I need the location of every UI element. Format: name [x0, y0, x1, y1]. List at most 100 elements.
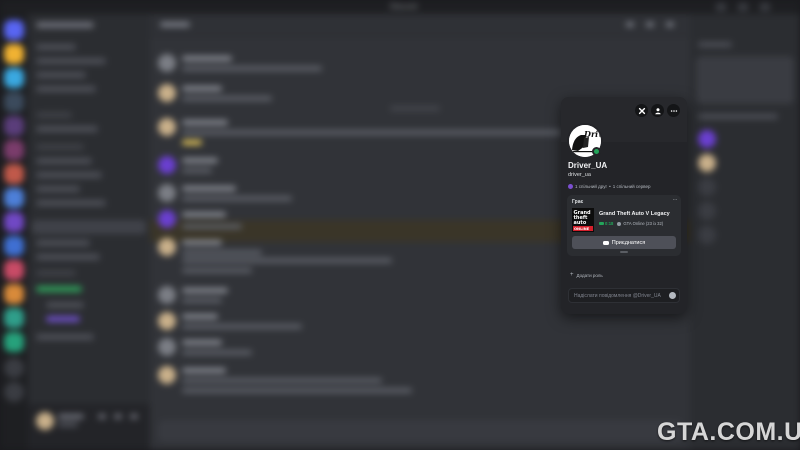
channel-item[interactable]	[36, 334, 94, 340]
add-role-button[interactable]: + Додати роль	[570, 272, 603, 278]
emoji-icon[interactable]	[669, 292, 676, 299]
discover-icon[interactable]	[4, 382, 24, 402]
avatar[interactable]	[158, 366, 176, 384]
server-icon[interactable]	[4, 308, 24, 328]
voice-user[interactable]	[46, 302, 84, 308]
category-label[interactable]	[36, 112, 72, 118]
message-field[interactable]	[568, 288, 680, 303]
avatar[interactable]	[158, 312, 176, 330]
minimize-icon[interactable]	[716, 3, 726, 11]
voice-user[interactable]	[46, 316, 80, 322]
server-icon[interactable]	[4, 260, 24, 280]
member-group-label	[698, 42, 732, 47]
server-name[interactable]	[36, 22, 94, 28]
message-author[interactable]	[182, 158, 218, 163]
message-author[interactable]	[182, 86, 222, 91]
avatar[interactable]	[158, 184, 176, 202]
bell-icon[interactable]	[646, 22, 654, 27]
close-icon[interactable]	[760, 3, 770, 11]
server-icon[interactable]	[4, 284, 24, 304]
server-icon[interactable]	[4, 116, 24, 136]
server-list	[0, 14, 28, 450]
channel-item[interactable]	[36, 44, 76, 50]
channel-item[interactable]	[36, 72, 86, 78]
avatar[interactable]	[158, 286, 176, 304]
avatar[interactable]	[158, 118, 176, 136]
home-icon[interactable]	[4, 20, 24, 40]
message-author[interactable]	[182, 212, 226, 217]
add-server-icon[interactable]	[4, 358, 24, 378]
channel-item[interactable]	[36, 254, 100, 260]
server-icon[interactable]	[4, 68, 24, 88]
message-author[interactable]	[182, 186, 236, 191]
avatar[interactable]	[698, 154, 716, 172]
avatar[interactable]	[158, 338, 176, 356]
server-icon[interactable]	[4, 332, 24, 352]
message-author[interactable]	[182, 240, 222, 245]
controller-icon	[602, 240, 609, 245]
gear-icon[interactable]	[130, 414, 138, 419]
avatar[interactable]	[158, 210, 176, 228]
party-status: GTA Online (23 із 32)	[623, 221, 664, 226]
xbox-button[interactable]	[635, 104, 648, 117]
message-author[interactable]	[182, 340, 222, 345]
message-composer[interactable]	[158, 420, 682, 442]
server-icon[interactable]	[4, 212, 24, 232]
avatar[interactable]	[158, 156, 176, 174]
channel-item[interactable]	[36, 200, 106, 206]
channel-item[interactable]	[36, 158, 92, 164]
channel-item-selected[interactable]	[32, 220, 146, 234]
avatar[interactable]	[158, 84, 176, 102]
channel-item[interactable]	[36, 58, 106, 64]
more-button[interactable]	[667, 104, 680, 117]
message-author[interactable]	[182, 288, 228, 293]
game-meta: 0:18 GTA Online (23 із 32)	[599, 221, 663, 226]
mutual-friends-link[interactable]: 1 спільний друг	[575, 184, 607, 189]
join-button[interactable]: Приєднатися	[572, 236, 676, 249]
avatar[interactable]	[158, 238, 176, 256]
channel-item[interactable]	[36, 186, 80, 192]
server-icon[interactable]	[4, 92, 24, 112]
message-author[interactable]	[182, 368, 226, 373]
avatar[interactable]	[36, 412, 54, 430]
headphones-icon[interactable]	[114, 414, 122, 419]
add-friend-button[interactable]	[651, 104, 664, 117]
activity-more-icon[interactable]: ···	[673, 197, 678, 203]
chat-header	[150, 14, 690, 36]
channel-item[interactable]	[36, 126, 98, 132]
avatar[interactable]	[158, 54, 176, 72]
message-text	[182, 388, 412, 393]
server-icon[interactable]	[4, 236, 24, 256]
avatar[interactable]	[698, 130, 716, 148]
channel-item[interactable]	[36, 240, 90, 246]
message-input[interactable]	[574, 289, 664, 302]
username[interactable]: driver_ua	[568, 172, 591, 178]
mic-icon[interactable]	[98, 414, 106, 419]
channel-sidebar	[28, 14, 150, 450]
server-icon[interactable]	[4, 44, 24, 64]
cover-line-3: auto	[574, 220, 587, 226]
emoji-reaction[interactable]	[182, 140, 202, 145]
mutual-friend-avatar	[568, 184, 573, 189]
category-label[interactable]	[36, 144, 84, 150]
message-author[interactable]	[182, 314, 218, 319]
member-card[interactable]	[696, 56, 794, 104]
mutual-servers-link[interactable]: 1 спільний сервер	[613, 184, 651, 189]
channel-item[interactable]	[36, 86, 96, 92]
server-icon[interactable]	[4, 140, 24, 160]
channel-item[interactable]	[36, 172, 102, 178]
avatar[interactable]	[698, 178, 716, 196]
message-author[interactable]	[182, 56, 232, 61]
maximize-icon[interactable]	[738, 3, 748, 11]
threads-icon[interactable]	[626, 22, 634, 27]
voice-channel[interactable]	[36, 286, 82, 292]
carousel-indicator[interactable]	[620, 251, 628, 253]
display-name: Driver_UA	[568, 161, 608, 170]
message-author[interactable]	[182, 120, 228, 125]
avatar[interactable]	[698, 226, 716, 244]
category-label[interactable]	[36, 270, 76, 276]
server-icon[interactable]	[4, 164, 24, 184]
members-icon[interactable]	[666, 22, 674, 27]
avatar[interactable]	[698, 202, 716, 220]
server-icon[interactable]	[4, 188, 24, 208]
